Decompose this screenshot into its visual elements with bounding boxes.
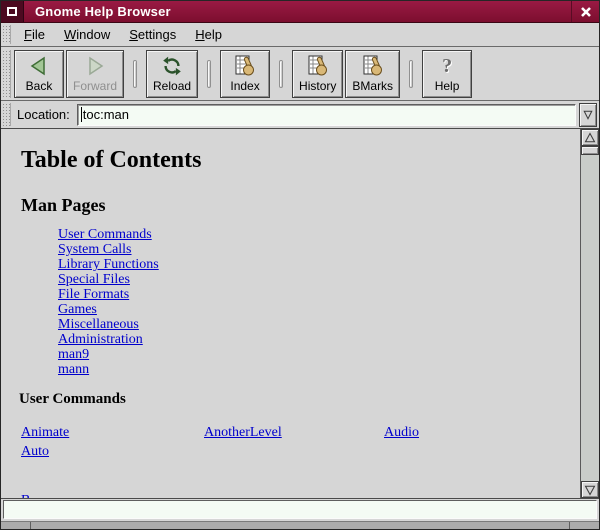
toolbar: Back Forward Reload <box>1 47 599 101</box>
resize-grip-left[interactable] <box>30 522 31 529</box>
location-value: toc:man <box>83 107 129 122</box>
scroll-up-icon <box>584 132 596 144</box>
command-link-auto[interactable]: Auto <box>21 444 49 460</box>
gnome-help-browser-window: Gnome Help Browser File Window Settings … <box>0 0 600 530</box>
location-bar: Location: toc:man <box>1 101 599 129</box>
toc-link-user-commands[interactable]: User Commands <box>58 227 159 242</box>
toc-link-games[interactable]: Games <box>58 302 159 317</box>
menu-window[interactable]: Window <box>56 24 118 45</box>
toolbar-separator <box>279 60 283 88</box>
back-button[interactable]: Back <box>14 50 64 98</box>
window-menu-button[interactable] <box>1 1 24 22</box>
toc-link-list: User Commands System Calls Library Funct… <box>58 227 159 377</box>
toolbar-separator <box>133 60 137 88</box>
bookmarks-button[interactable]: BMarks <box>345 50 400 98</box>
scroll-up-button[interactable] <box>581 129 599 146</box>
history-pointer-icon <box>306 53 330 79</box>
command-link-anotherlevel[interactable]: AnotherLevel <box>204 425 282 441</box>
close-icon <box>579 5 593 19</box>
location-input[interactable]: toc:man <box>77 104 576 126</box>
menu-settings[interactable]: Settings <box>121 24 184 45</box>
help-button[interactable]: ? Help <box>422 50 472 98</box>
scrollbar-track[interactable] <box>581 155 599 481</box>
resize-grip-right[interactable] <box>569 522 570 529</box>
toc-link-system-calls[interactable]: System Calls <box>58 242 159 257</box>
vertical-scrollbar[interactable] <box>581 129 599 498</box>
history-button[interactable]: History <box>292 50 343 98</box>
window-title: Gnome Help Browser <box>24 1 571 22</box>
window-bottom-edge[interactable] <box>1 521 599 529</box>
section-heading: Man Pages <box>21 195 106 216</box>
index-pointer-icon <box>233 53 257 79</box>
command-link-partial[interactable]: B <box>21 493 30 498</box>
document-view: Table of Contents Man Pages User Command… <box>1 129 581 498</box>
menu-help[interactable]: Help <box>187 24 230 45</box>
status-message-area <box>3 500 597 519</box>
forward-arrow-icon <box>83 53 107 79</box>
scrollbar-thumb[interactable] <box>581 146 599 155</box>
command-link-audio[interactable]: Audio <box>384 425 419 441</box>
location-dropdown-button[interactable] <box>579 103 597 127</box>
content-area: Table of Contents Man Pages User Command… <box>1 129 599 499</box>
toc-link-library-functions[interactable]: Library Functions <box>58 257 159 272</box>
status-bar <box>1 499 599 521</box>
toolbar-drag-handle[interactable] <box>2 50 11 98</box>
bookmarks-pointer-icon <box>361 53 385 79</box>
toc-link-administration[interactable]: Administration <box>58 332 159 347</box>
scroll-down-button[interactable] <box>581 481 599 498</box>
toc-link-special-files[interactable]: Special Files <box>58 272 159 287</box>
toc-link-file-formats[interactable]: File Formats <box>58 287 159 302</box>
page-title: Table of Contents <box>21 147 201 174</box>
toc-link-man9[interactable]: man9 <box>58 347 159 362</box>
command-link-animate[interactable]: Animate <box>21 425 69 441</box>
reload-button[interactable]: Reload <box>146 50 198 98</box>
menu-file[interactable]: File <box>16 24 53 45</box>
window-menu-icon <box>7 7 17 16</box>
dropdown-arrow-icon <box>582 109 594 121</box>
menubar-drag-handle[interactable] <box>2 25 11 44</box>
locationbar-drag-handle[interactable] <box>2 103 11 126</box>
menu-bar: File Window Settings Help <box>1 23 599 47</box>
close-button[interactable] <box>571 1 599 22</box>
titlebar[interactable]: Gnome Help Browser <box>1 1 599 23</box>
back-arrow-icon <box>27 53 51 79</box>
toolbar-separator <box>207 60 211 88</box>
index-button[interactable]: Index <box>220 50 270 98</box>
toc-link-miscellaneous[interactable]: Miscellaneous <box>58 317 159 332</box>
text-caret <box>81 107 82 122</box>
forward-button[interactable]: Forward <box>66 50 124 98</box>
toc-link-mann[interactable]: mann <box>58 362 159 377</box>
reload-icon <box>161 53 183 79</box>
subsection-heading: User Commands <box>19 391 126 408</box>
question-mark-icon: ? <box>442 53 452 79</box>
scroll-down-icon <box>584 484 596 496</box>
toolbar-separator <box>409 60 413 88</box>
location-label: Location: <box>17 107 70 122</box>
